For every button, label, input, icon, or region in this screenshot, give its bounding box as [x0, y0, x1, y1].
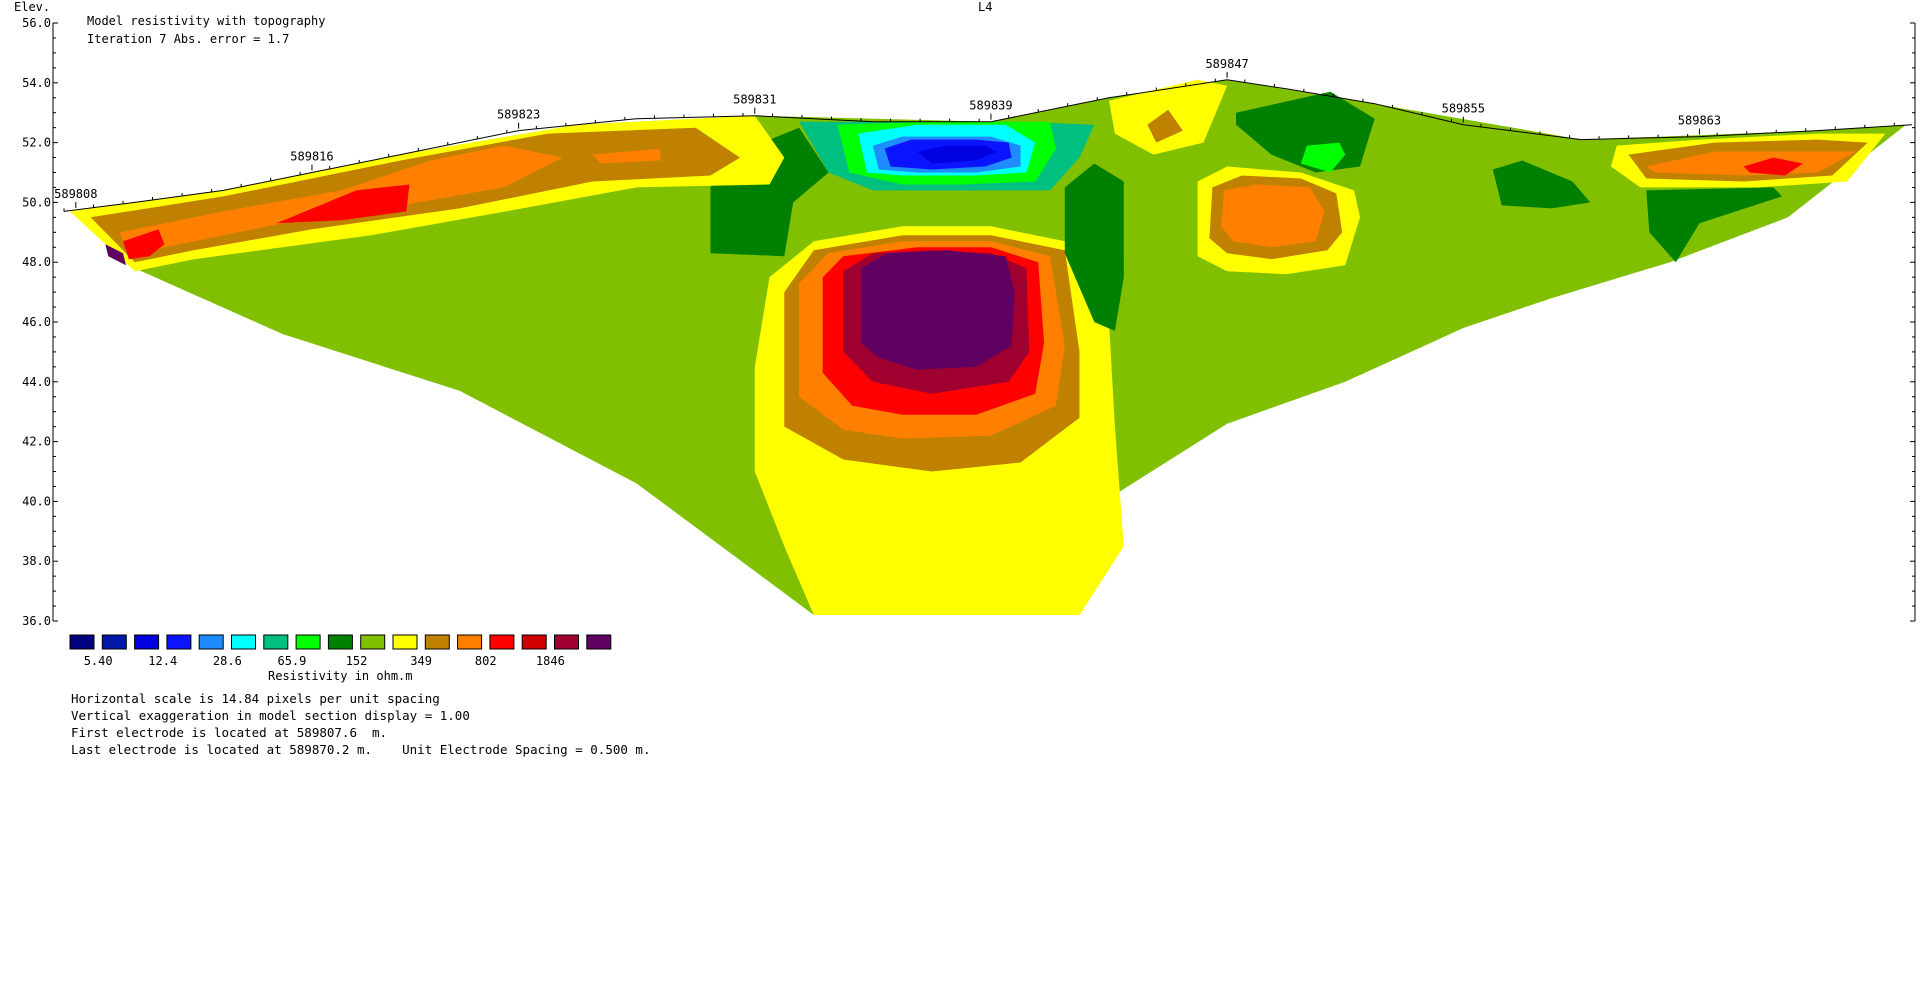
y-axis-title: Elev. — [14, 0, 50, 14]
x-tick-label: 589847 — [1205, 57, 1248, 71]
legend-swatch — [521, 634, 547, 650]
y-tick-label: 40.0 — [22, 494, 51, 508]
y-tick-label: 56.0 — [22, 16, 51, 30]
resistivity-regions — [63, 78, 1913, 616]
chart-title: L4 — [978, 0, 992, 14]
y-tick-label: 52.0 — [22, 136, 51, 150]
legend-label: 12.4 — [148, 654, 177, 668]
legend-swatch — [489, 634, 515, 650]
legend-swatch — [327, 634, 353, 650]
x-tick-label: 589816 — [290, 150, 333, 164]
legend-swatch — [586, 634, 612, 650]
y-tick-label: 46.0 — [22, 315, 51, 329]
legend-label: 152 — [346, 654, 368, 668]
resistivity-section-plot: 56.0 54.0 52.0 50.0 48.0 46.0 44.0 42.0 40.0 38.0… — [14, 0, 1916, 683]
x-tick-label: 589863 — [1678, 114, 1721, 128]
legend-swatch — [101, 634, 127, 650]
legend-label: 5.40 — [84, 654, 113, 668]
y-tick-label: 36.0 — [22, 614, 51, 628]
legend-label: 1846 — [536, 654, 565, 668]
plot-header-line-2: Iteration 7 Abs. error = 1.7 — [87, 32, 289, 46]
legend-title: Resistivity in ohm.m — [268, 669, 413, 683]
legend-swatch — [554, 634, 579, 650]
legend-swatch — [231, 634, 256, 650]
resistivity-legend: 5.40 12.4 28.6 65.9 152 349 802 1846 — [69, 634, 612, 668]
x-tick-label: 589839 — [969, 99, 1012, 113]
legend-swatch — [198, 634, 224, 650]
x-tick-label: 589823 — [497, 108, 540, 122]
x-tick-label: 589831 — [733, 93, 776, 107]
legend-swatch — [424, 634, 450, 650]
legend-swatch — [360, 634, 386, 650]
y-tick-label: 44.0 — [22, 375, 51, 389]
legend-label: 65.9 — [277, 654, 306, 668]
legend-swatch — [69, 634, 95, 650]
legend-swatch — [295, 634, 321, 650]
legend-swatch — [263, 634, 289, 650]
x-tick-label: 589808 — [54, 187, 97, 201]
legend-swatch — [166, 634, 192, 650]
legend-swatch — [457, 634, 483, 650]
y-tick-label: 50.0 — [22, 195, 51, 209]
info-line-4: Last electrode is located at 589870.2 m.… — [71, 742, 651, 757]
resistivity-region-6 — [861, 250, 1015, 370]
legend-label: 802 — [475, 654, 497, 668]
x-tick-label: 589855 — [1442, 102, 1485, 116]
y-tick-label: 42.0 — [22, 435, 51, 449]
legend-swatch — [134, 634, 160, 650]
info-line-2: Vertical exaggeration in model section d… — [71, 708, 470, 723]
info-line-1: Horizontal scale is 14.84 pixels per uni… — [71, 691, 440, 706]
legend-swatch — [392, 634, 418, 650]
y-tick-label: 48.0 — [22, 255, 51, 269]
legend-label: 349 — [410, 654, 432, 668]
y-tick-label: 54.0 — [22, 76, 51, 90]
info-line-3: First electrode is located at 589807.6 m… — [71, 725, 388, 740]
legend-label: 28.6 — [213, 654, 242, 668]
y-tick-label: 38.0 — [22, 554, 51, 568]
resistivity-region-29 — [1221, 184, 1325, 248]
plot-header-line-1: Model resistivity with topography — [87, 14, 325, 28]
